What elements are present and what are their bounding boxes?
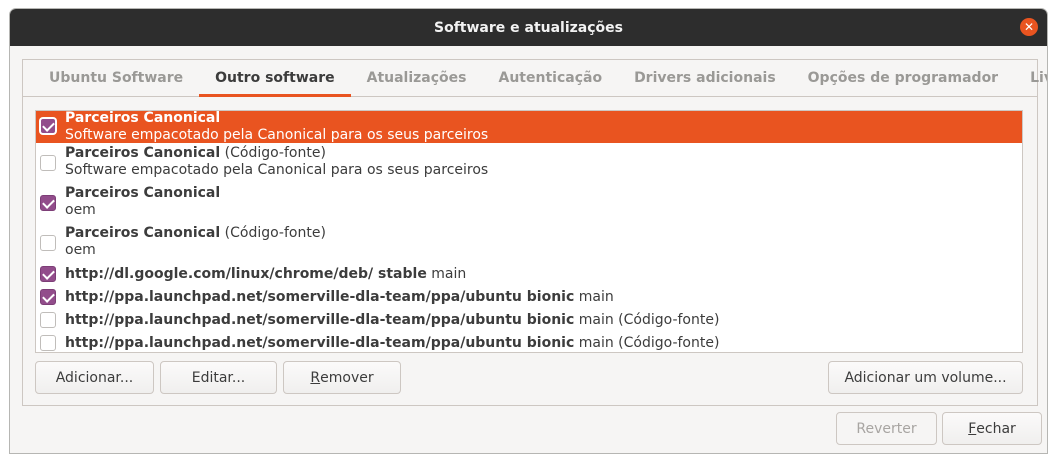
list-item[interactable]: http://dl.google.com/linux/chrome/deb/ s… [36, 263, 1022, 286]
tab-livepatch[interactable]: Livepatch [1014, 60, 1047, 96]
remove-button[interactable]: Remover [283, 361, 401, 394]
source-checkbox[interactable] [40, 312, 56, 328]
edit-button[interactable]: Editar... [160, 361, 277, 394]
source-text: http://dl.google.com/linux/chrome/deb/ s… [65, 266, 467, 282]
window-title: Software e atualizações [434, 19, 623, 36]
source-text: http://ppa.launchpad.net/somerville-dla-… [65, 335, 720, 351]
close-button[interactable]: Fechar [942, 412, 1042, 445]
tab-additional-drivers[interactable]: Drivers adicionais [618, 60, 792, 96]
list-item[interactable]: Parceiros Canonical (Código-fonte) Softw… [36, 143, 1022, 183]
notebook: Ubuntu Software Outro software Atualizaç… [22, 59, 1047, 406]
title-bar: Software e atualizações ✕ [10, 9, 1047, 46]
close-window-icon[interactable]: ✕ [1020, 18, 1038, 36]
revert-button[interactable]: Reverter [836, 412, 937, 445]
software-updates-window: Software e atualizações ✕ Ubuntu Softwar… [9, 8, 1048, 454]
list-item[interactable]: Parceiros Canonical oem [36, 183, 1022, 223]
add-button[interactable]: Adicionar... [35, 361, 154, 394]
source-text: Parceiros Canonical (Código-fonte) oem [65, 225, 326, 258]
source-text: http://ppa.launchpad.net/somerville-dla-… [65, 289, 614, 305]
list-item[interactable]: http://ppa.launchpad.net/somerville-dla-… [36, 309, 1022, 332]
source-checkbox[interactable] [40, 195, 56, 211]
source-checkbox[interactable] [40, 155, 56, 171]
list-item[interactable]: http://ppa.launchpad.net/somerville-dla-… [36, 286, 1022, 309]
tab-updates[interactable]: Atualizações [351, 60, 483, 96]
source-checkbox[interactable] [40, 118, 56, 134]
source-text: Parceiros Canonical oem [65, 185, 221, 218]
list-item[interactable]: http://ppa.launchpad.net/somerville-dla-… [36, 332, 1022, 352]
source-checkbox[interactable] [40, 266, 56, 282]
source-checkbox[interactable] [40, 335, 56, 351]
tab-other-software[interactable]: Outro software [199, 60, 352, 97]
add-volume-button[interactable]: Adicionar um volume... [828, 361, 1023, 394]
source-checkbox[interactable] [40, 289, 56, 305]
tab-developer-options[interactable]: Opções de programador [792, 60, 1014, 96]
tab-bar: Ubuntu Software Outro software Atualizaç… [23, 60, 1047, 97]
source-text: Parceiros Canonical (Código-fonte) Softw… [65, 145, 489, 178]
source-text: Parceiros Canonical Software empacotado … [65, 110, 489, 143]
list-item[interactable]: Parceiros Canonical (Código-fonte) oem [36, 223, 1022, 263]
sources-list[interactable]: Parceiros Canonical Software empacotado … [35, 110, 1023, 353]
source-checkbox[interactable] [40, 235, 56, 251]
list-item[interactable]: Parceiros Canonical Software empacotado … [36, 110, 1022, 143]
tab-authentication[interactable]: Autenticação [483, 60, 619, 96]
source-text: http://ppa.launchpad.net/somerville-dla-… [65, 312, 720, 328]
tab-ubuntu-software[interactable]: Ubuntu Software [33, 60, 199, 96]
